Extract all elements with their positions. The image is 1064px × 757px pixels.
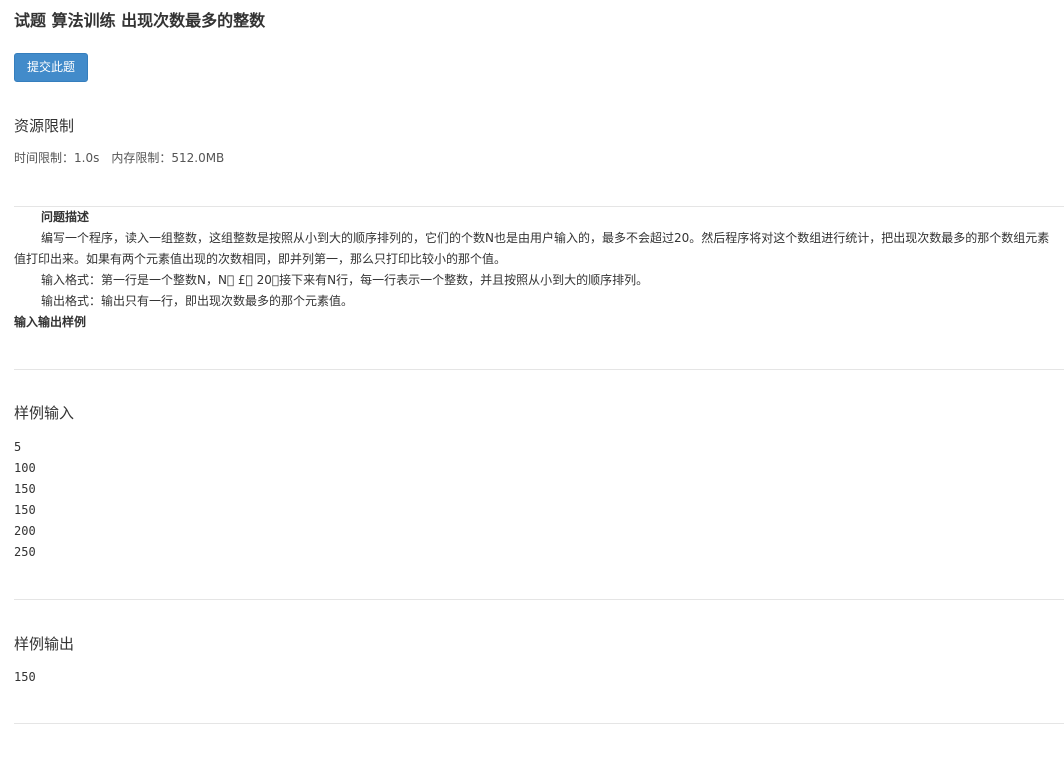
time-limit: 时间限制：1.0s bbox=[14, 151, 100, 165]
sample-input-line: 200 bbox=[14, 524, 36, 538]
sample-input-line: 250 bbox=[14, 545, 36, 559]
sample-output-line: 150 bbox=[14, 670, 36, 684]
resource-limits: 时间限制：1.0s 内存限制：512.0MB bbox=[14, 149, 236, 167]
page-title: 试题 算法训练 出现次数最多的整数 bbox=[14, 11, 266, 30]
input-format: 输入格式：第一行是一个整数N，N￿ £￿ 20；接下来有N行，每一行表示一个整数… bbox=[41, 273, 649, 287]
divider bbox=[14, 723, 1064, 724]
sample-input-block: 5 100 150 150 200 250 bbox=[14, 437, 36, 563]
sample-input-line: 5 bbox=[14, 440, 22, 454]
output-format: 输出格式：输出只有一行，即出现次数最多的那个元素值。 bbox=[41, 294, 354, 308]
sample-output-block: 150 bbox=[14, 667, 36, 688]
io-sample-heading: 输入输出样例 bbox=[14, 315, 87, 329]
sample-input-heading: 样例输入 bbox=[14, 404, 75, 422]
description-heading: 问题描述 bbox=[41, 210, 90, 224]
description-text: 编写一个程序，读入一组整数，这组整数是按照从小到大的顺序排列的，它们的个数N也是… bbox=[14, 231, 1050, 266]
memory-limit: 内存限制：512.0MB bbox=[111, 151, 225, 165]
divider bbox=[14, 599, 1064, 600]
sample-input-line: 150 bbox=[14, 503, 36, 517]
divider bbox=[14, 369, 1064, 370]
sample-output-heading: 样例输出 bbox=[14, 635, 75, 653]
resource-limit-heading: 资源限制 bbox=[14, 117, 75, 135]
submit-problem-button[interactable]: 提交此题 bbox=[14, 53, 88, 82]
sample-input-line: 100 bbox=[14, 461, 36, 475]
problem-page: 试题 算法训练 出现次数最多的整数 提交此题 资源限制 时间限制：1.0s 内存限… bbox=[0, 0, 1064, 757]
problem-description: 问题描述 编写一个程序，读入一组整数，这组整数是按照从小到大的顺序排列的，它们的… bbox=[14, 207, 1056, 333]
sample-input-line: 150 bbox=[14, 482, 36, 496]
